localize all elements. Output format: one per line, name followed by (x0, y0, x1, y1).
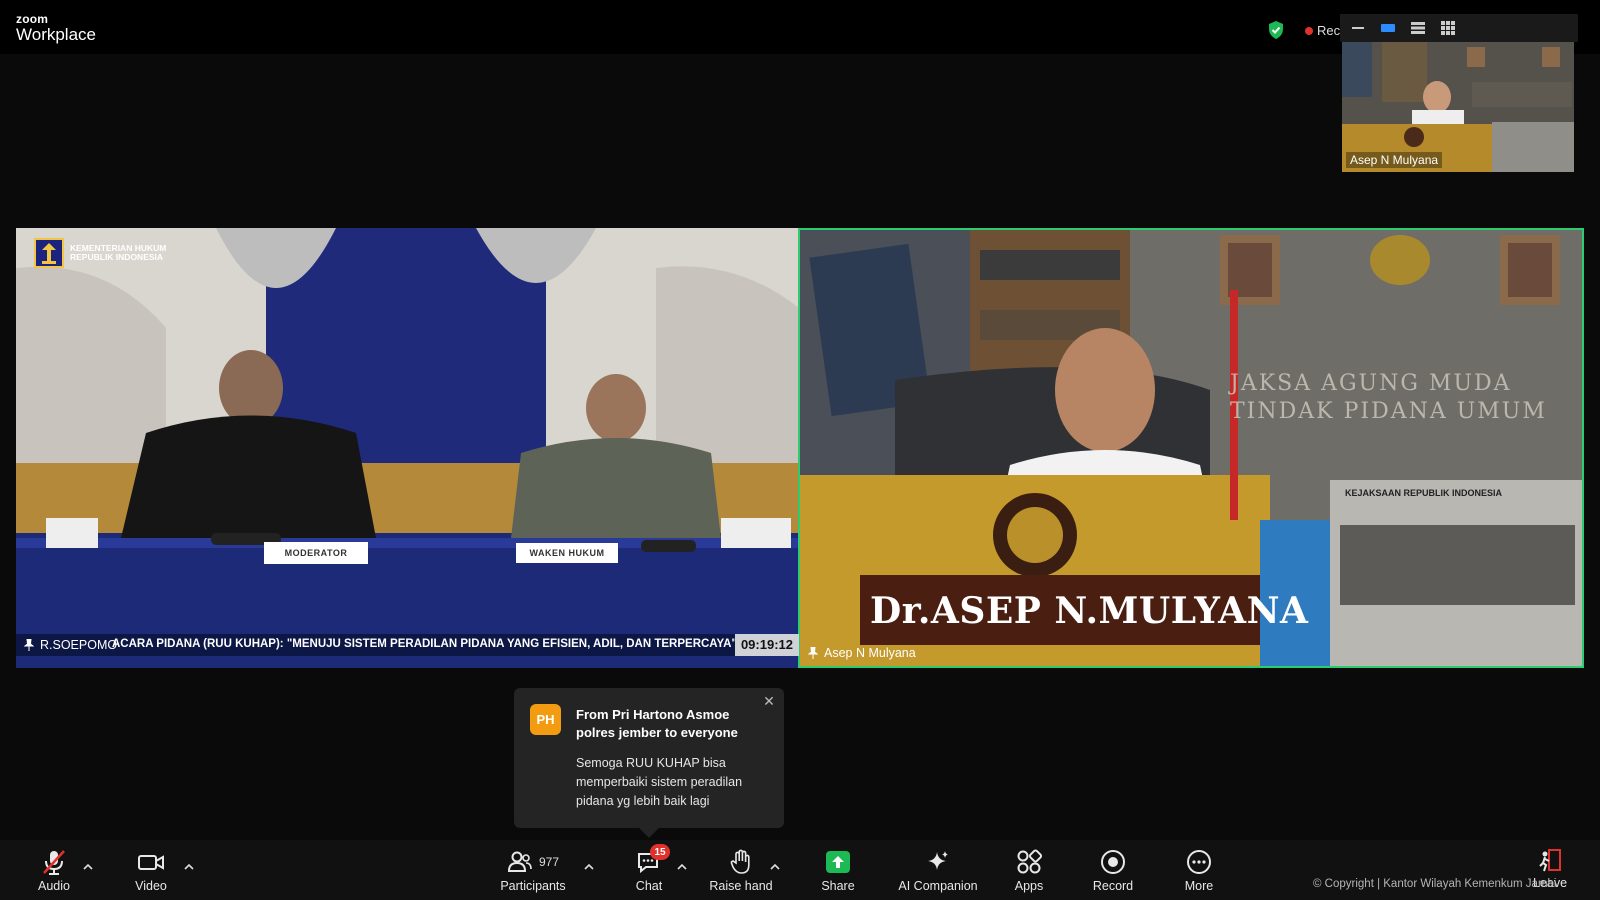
raise-hand-icon (730, 849, 750, 874)
meeting-toolbar: Audio Video 977 Participants 15 Chat Rai… (0, 840, 1600, 900)
share-label: Share (821, 879, 855, 893)
record-button[interactable]: Record (1068, 848, 1158, 893)
thumbnail-participant-name: Asep N Mulyana (1346, 152, 1443, 168)
ministry-logo: KEMENTERIAN HUKUM REPUBLIK INDONESIA (34, 238, 166, 268)
participants-button[interactable]: 977 Participants (488, 848, 578, 893)
participant-name-right: Asep N Mulyana (808, 646, 916, 660)
reactions-options-chevron-up-icon[interactable] (770, 862, 780, 872)
record-label: Record (1092, 879, 1134, 893)
more-options-icon (1187, 850, 1211, 874)
sender-avatar: PH (530, 704, 561, 735)
share-button[interactable]: Share (793, 848, 883, 893)
desk-name-plaque: Dr.ASEP N.MULYANA (870, 590, 1309, 632)
video-camera-icon (138, 855, 164, 870)
wall-lettering: JAKSA AGUNG MUDA TINDAK PIDANA UMUM (1230, 370, 1547, 425)
notification-sender: From Pri Hartono Asmoe polres jember to … (576, 707, 738, 740)
participant-name-left: R.SOEPOMO (24, 638, 117, 652)
video-tile-soepomo[interactable]: KEMENTERIAN HUKUM REPUBLIK INDONESIA MOD… (16, 228, 799, 668)
apps-label: Apps (1014, 879, 1044, 893)
ministry-emblem-icon (34, 238, 64, 268)
pin-icon (24, 639, 34, 651)
chat-notification[interactable]: PH ✕ From Pri Hartono Asmoe polres jembe… (514, 688, 784, 828)
video-button[interactable]: Video (106, 848, 196, 893)
recording-indicator[interactable]: Recording (1305, 23, 1341, 38)
pin-icon (808, 647, 818, 659)
gallery-view-icon[interactable] (1440, 20, 1456, 36)
conference-room-video-image (16, 228, 799, 668)
participants-label: Participants (500, 879, 566, 893)
ai-companion-label: AI Companion (898, 879, 978, 893)
audio-label: Audio (38, 879, 70, 893)
apps-grid-icon (1017, 849, 1042, 874)
ticker-clock: 09:19:12 (734, 634, 799, 656)
chat-options-chevron-up-icon[interactable] (677, 862, 687, 872)
ai-companion-button[interactable]: AI Companion (893, 848, 983, 893)
ministry-line-2: REPUBLIK INDONESIA (70, 252, 164, 262)
wall-line-1: JAKSA AGUNG MUDA (1230, 371, 1512, 396)
ai-sparkle-icon (928, 851, 948, 870)
microphone-muted-icon (43, 850, 65, 875)
nameplate-second: WAKEN HUKUM (516, 543, 618, 563)
leave-door-icon (1539, 849, 1561, 872)
zoom-logo: zoom Workplace (16, 13, 96, 43)
more-label: More (1184, 879, 1214, 893)
wall-line-2: TINDAK PIDANA UMUM (1230, 398, 1547, 424)
view-controls (1340, 14, 1578, 42)
apps-button[interactable]: Apps (984, 848, 1074, 893)
record-dot-icon (1305, 26, 1313, 35)
chat-label: Chat (635, 879, 663, 893)
minimize-icon[interactable] (1350, 20, 1366, 36)
ticker-headline: ACARA PIDANA (RUU KUHAP): "MENUJU SISTEM… (112, 638, 737, 650)
copyright-watermark: © Copyright | Kantor Wilayah Kemenkum Ja… (1313, 878, 1557, 890)
video-options-chevron-up-icon[interactable] (184, 862, 194, 872)
audio-options-chevron-up-icon[interactable] (83, 862, 93, 872)
nameplate-moderator: MODERATOR (264, 542, 368, 564)
participant-name-left-text: R.SOEPOMO (40, 638, 118, 652)
more-button[interactable]: More (1154, 848, 1244, 893)
participants-options-chevron-up-icon[interactable] (584, 862, 594, 872)
participants-count: 977 (538, 855, 560, 869)
participant-name-right-text: Asep N Mulyana (824, 646, 916, 660)
product-text: Workplace (16, 25, 96, 44)
brand-text: zoom (16, 12, 49, 26)
banner-caption: KEJAKSAAN REPUBLIK INDONESIA (1345, 488, 1503, 498)
share-screen-icon (826, 851, 850, 873)
strip-view-icon[interactable] (1410, 20, 1426, 36)
video-label: Video (135, 879, 167, 893)
recording-label: Recording (1317, 23, 1341, 38)
self-view-thumbnail[interactable]: Asep N Mulyana (1342, 42, 1574, 172)
notification-message: Semoga RUU KUHAP bisa memperbaiki sistem… (576, 756, 743, 808)
chat-unread-badge: 15 (650, 844, 670, 860)
news-ticker: R.SOEPOMO ACARA PIDANA (RUU KUHAP): "MEN… (16, 634, 799, 656)
raise-hand-label: Raise hand (709, 879, 773, 893)
record-icon (1101, 850, 1125, 874)
speaker-view-icon[interactable] (1380, 20, 1396, 36)
participants-icon (507, 851, 532, 872)
encryption-shield-icon[interactable] (1267, 20, 1285, 40)
video-tile-asep-active-speaker[interactable]: JAKSA AGUNG MUDA TINDAK PIDANA UMUM KEJA… (798, 228, 1584, 668)
